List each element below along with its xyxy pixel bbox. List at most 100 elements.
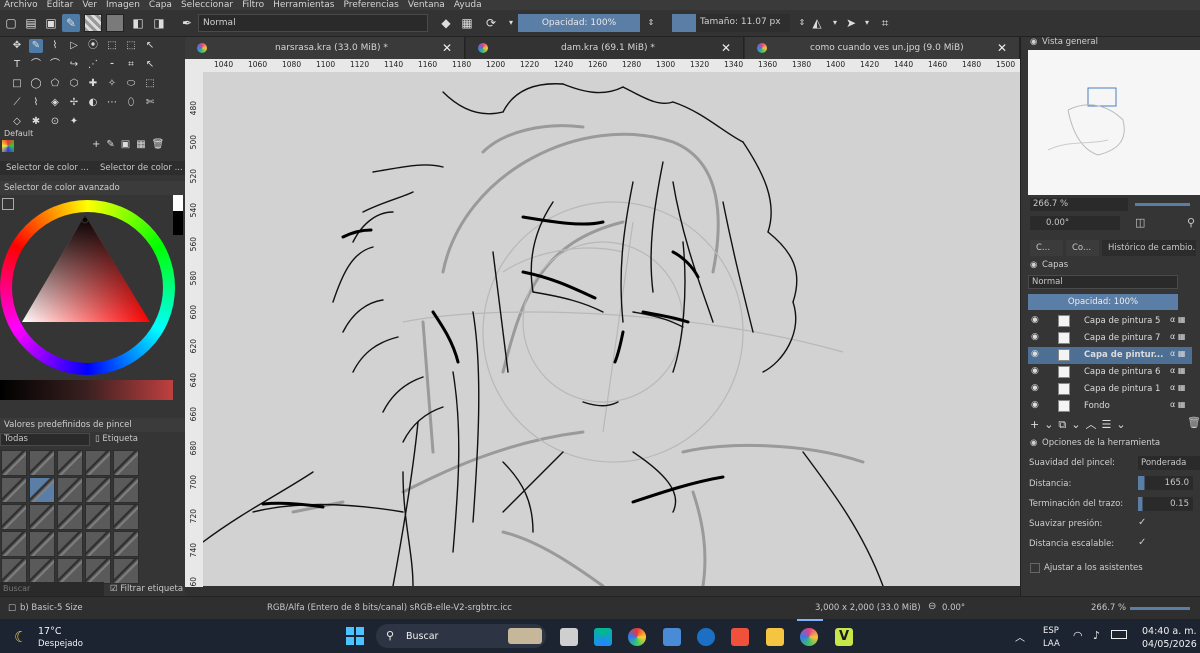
- alpha-lock-icon[interactable]: α ▦: [1170, 315, 1185, 324]
- brush-preset-item[interactable]: [1, 504, 27, 530]
- brush-editor-icon[interactable]: ✒: [178, 14, 196, 32]
- opacity-slider[interactable]: Opacidad: 100%: [518, 14, 640, 32]
- palette-actions[interactable]: +✎▣▦🗑: [92, 139, 170, 150]
- brush-preset-item[interactable]: [85, 558, 111, 584]
- brush-preset-item[interactable]: [29, 477, 55, 503]
- layer-row[interactable]: ◉ Capa de pintura 5 α ▦: [1028, 313, 1192, 330]
- brush-presets-icon[interactable]: ✎: [62, 14, 80, 32]
- color-history-strip[interactable]: [0, 380, 173, 400]
- alpha-lock-icon[interactable]: α ▦: [1170, 349, 1185, 358]
- reference-tool-icon[interactable]: ⋯: [105, 96, 119, 110]
- shape-select-tool-icon[interactable]: ▷: [67, 39, 81, 53]
- brush-search-input[interactable]: Buscar: [0, 582, 104, 596]
- line-brush-tool-icon[interactable]: ⟋: [10, 96, 24, 110]
- store-icon[interactable]: [663, 628, 681, 646]
- edge-icon[interactable]: [594, 628, 612, 646]
- brush-preset-item[interactable]: [85, 477, 111, 503]
- battery-icon[interactable]: [1111, 630, 1127, 639]
- chevron-up-icon[interactable]: ︿: [1015, 629, 1025, 644]
- color-triangle[interactable]: [0, 200, 175, 375]
- lang-layout[interactable]: LAA: [1043, 639, 1060, 649]
- overview-thumbnail[interactable]: [1028, 50, 1200, 195]
- task-view-icon[interactable]: [560, 628, 578, 646]
- alpha-lock-icon[interactable]: α ▦: [1170, 332, 1185, 341]
- brush-preset-item[interactable]: [85, 504, 111, 530]
- menu-item[interactable]: Preferencias: [343, 0, 398, 10]
- tab-narsrasa[interactable]: narsrasa.kra (33.0 MiB) * ✕: [185, 37, 465, 59]
- rect-select-tool-icon[interactable]: ⬚: [105, 39, 119, 53]
- path-tool-icon[interactable]: ↪: [67, 58, 81, 72]
- visibility-eye-icon[interactable]: ◉: [1031, 366, 1039, 376]
- freehand-brush-tool-icon[interactable]: ✎: [29, 39, 43, 53]
- ellipse-select-tool-icon[interactable]: ⬭: [124, 77, 138, 91]
- smart-patch-tool-icon[interactable]: ✧: [105, 77, 119, 91]
- brush-preset-item[interactable]: [85, 450, 111, 476]
- right-tab[interactable]: C...: [1030, 240, 1063, 256]
- layer-row[interactable]: ◉ Capa de pintura 6 α ▦: [1028, 364, 1192, 381]
- zoom-slider[interactable]: [1130, 607, 1190, 610]
- crop-tool-icon[interactable]: ⌗: [124, 58, 138, 72]
- layer-row[interactable]: ◉ Capa de pintur... α ▦: [1028, 347, 1192, 364]
- visibility-eye-icon[interactable]: ◉: [1031, 349, 1039, 359]
- brush-preset-item[interactable]: [113, 558, 139, 584]
- brush-preset-item[interactable]: [29, 450, 55, 476]
- visibility-eye-icon[interactable]: ◉: [1031, 332, 1039, 342]
- overview-zoom-slider[interactable]: [1135, 203, 1190, 206]
- assistant-tool-icon[interactable]: ↖: [143, 58, 157, 72]
- chevron-down-icon[interactable]: ▾: [858, 14, 876, 32]
- menu-item[interactable]: Herramientas: [273, 0, 334, 10]
- lasso-tool-icon[interactable]: ✄: [143, 96, 157, 110]
- layer-row[interactable]: ◉ Capa de pintura 7 α ▦: [1028, 330, 1192, 347]
- transform-tool-icon[interactable]: ↖: [143, 39, 157, 53]
- windows-start-icon[interactable]: [346, 627, 364, 645]
- dell-icon[interactable]: [697, 628, 715, 646]
- gradient-swatch[interactable]: [84, 14, 102, 32]
- layer-row[interactable]: ◉ Capa de pintura 1 α ▦: [1028, 381, 1192, 398]
- bezier-curve-tool-icon[interactable]: ⌒: [29, 58, 43, 72]
- layer-actions[interactable]: +⌄⧉⌄︿☰⌄: [1030, 416, 1131, 432]
- pattern-swatch[interactable]: [106, 14, 124, 32]
- brush-preset-item[interactable]: [29, 558, 55, 584]
- zoom-tool-icon[interactable]: ✚: [86, 77, 100, 91]
- alpha-lock-icon[interactable]: α ▦: [1170, 366, 1185, 375]
- chrome-icon[interactable]: [628, 628, 646, 646]
- reload-preset-icon[interactable]: ⟳: [482, 14, 500, 32]
- blend-mode-select[interactable]: Normal: [198, 14, 428, 32]
- color-picker-tool-icon[interactable]: ◐: [86, 96, 100, 110]
- alpha-lock-icon[interactable]: α ▦: [1170, 400, 1185, 409]
- layer-row[interactable]: ◉ Fondo α ▦: [1028, 398, 1192, 415]
- clock-date[interactable]: 04/05/2026: [1142, 639, 1197, 650]
- brush-preset-item[interactable]: [113, 450, 139, 476]
- mirror-horizontal-icon[interactable]: ◭: [808, 14, 826, 32]
- brush-preset-item[interactable]: [57, 504, 83, 530]
- alpha-lock-icon[interactable]: ▦: [458, 14, 476, 32]
- visibility-eye-icon[interactable]: ◉: [1031, 315, 1039, 325]
- polyline-tool-icon[interactable]: ⌒: [48, 58, 62, 72]
- gradient-tool-icon[interactable]: ✢: [67, 96, 81, 110]
- menu-item[interactable]: Ver: [82, 0, 97, 10]
- overview-rotation-input[interactable]: 0.00°: [1030, 216, 1120, 230]
- visibility-eye-icon[interactable]: ◉: [1031, 383, 1039, 393]
- palette-icon[interactable]: [2, 140, 14, 152]
- measure-tool-icon[interactable]: ⁃: [105, 58, 119, 72]
- menu-item[interactable]: Filtro: [242, 0, 264, 10]
- free-shape-tool-icon[interactable]: ⬡: [67, 77, 81, 91]
- close-icon[interactable]: ✕: [721, 37, 731, 59]
- brush-preset-item[interactable]: [1, 450, 27, 476]
- clock-time[interactable]: 04:40 a. m.: [1142, 626, 1197, 637]
- visibility-eye-icon[interactable]: ◉: [1031, 400, 1039, 410]
- vectorizer-icon[interactable]: V: [835, 628, 853, 646]
- wifi-icon[interactable]: ◠: [1073, 629, 1083, 642]
- volume-icon[interactable]: ♪: [1093, 629, 1100, 642]
- layer-blend-select[interactable]: Normal: [1028, 275, 1178, 289]
- brush-preset-item[interactable]: [29, 531, 55, 557]
- save-icon[interactable]: ▣: [42, 14, 60, 32]
- move-tool-icon[interactable]: ✥: [10, 39, 24, 53]
- close-icon[interactable]: ✕: [997, 37, 1007, 59]
- pin-icon[interactable]: ⚲: [1187, 216, 1195, 229]
- brush-preset-item[interactable]: [57, 558, 83, 584]
- brush-preset-item[interactable]: [57, 531, 83, 557]
- fill-tool-icon[interactable]: ◈: [48, 96, 62, 110]
- filter-tag-checkbox[interactable]: ☑ Filtrar etiqueta: [110, 582, 183, 596]
- alpha-lock-icon[interactable]: α ▦: [1170, 383, 1185, 392]
